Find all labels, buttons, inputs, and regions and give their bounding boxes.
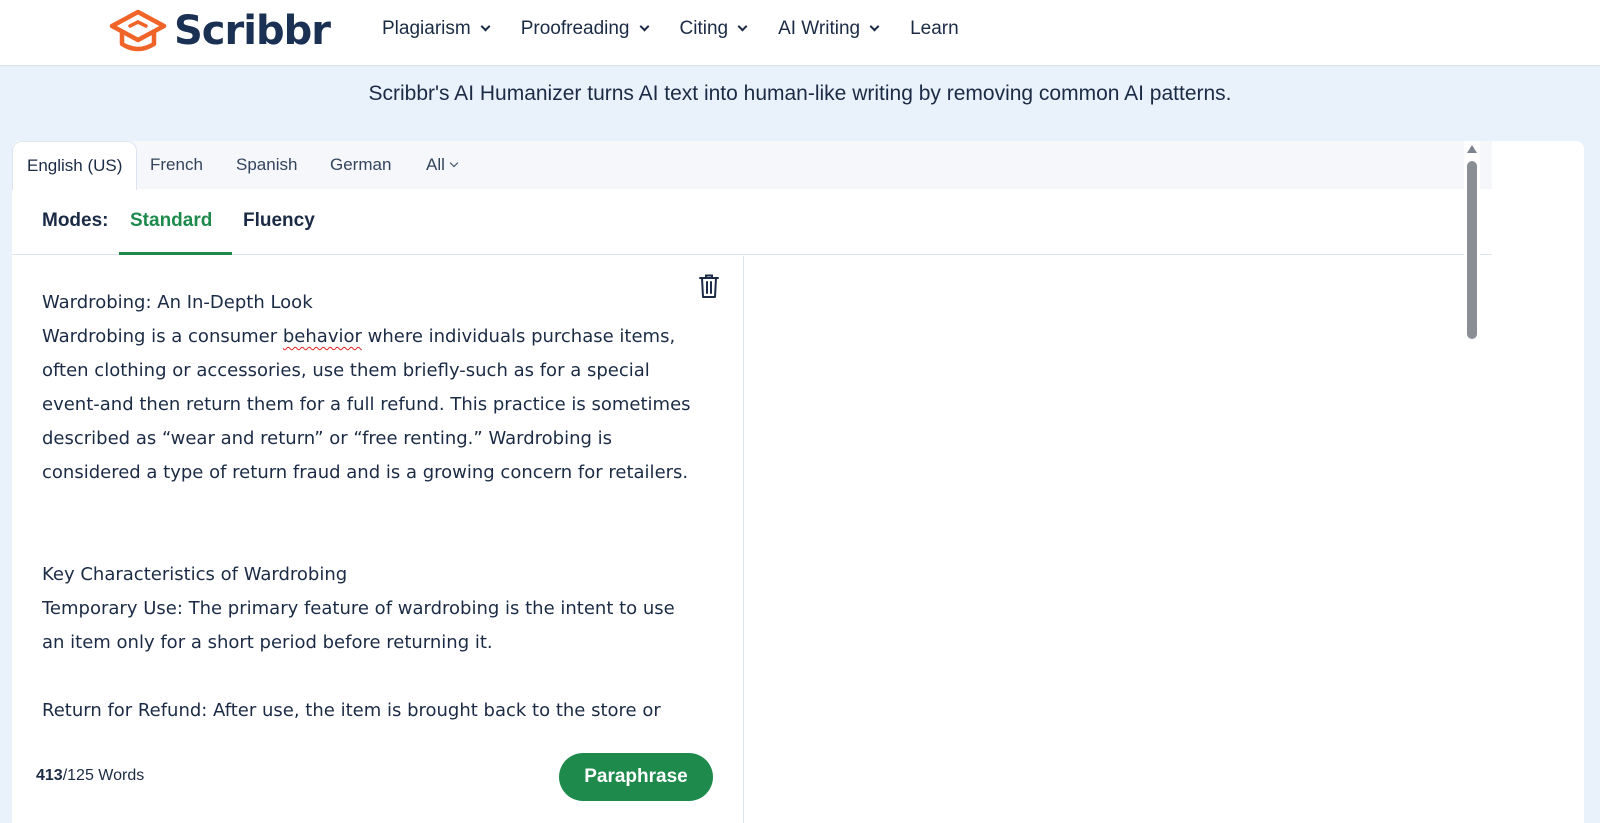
tab-english-us[interactable]: English (US) (12, 141, 138, 190)
nav-ai-writing[interactable]: AI Writing (778, 16, 880, 42)
scrollbar-thumb[interactable] (1467, 161, 1477, 339)
text-span: Wardrobing is a consumer (42, 326, 283, 347)
chevron-down-icon (737, 21, 748, 32)
active-mode-indicator (119, 252, 232, 255)
nav-label: Learn (910, 18, 959, 39)
text-title: Wardrobing: An In-Depth Look (42, 292, 313, 313)
humanizer-tool: English (US) French Spanish German All M… (12, 141, 1584, 823)
input-text-area[interactable]: Wardrobing: An In-Depth Look Wardrobing … (42, 286, 692, 744)
modes-bar: Modes: Standard Fluency (12, 189, 1492, 255)
scroll-up-icon[interactable] (1467, 145, 1477, 153)
text-span: where individuals purchase items, often … (42, 326, 691, 483)
mode-fluency[interactable]: Fluency (243, 210, 315, 232)
nav-citing[interactable]: Citing (679, 16, 748, 42)
word-count-limit: /125 Words (62, 767, 145, 784)
word-count: 413/125 Words (36, 767, 144, 785)
tab-french[interactable]: French (150, 141, 203, 189)
nav-label: Citing (679, 18, 729, 39)
tab-spanish[interactable]: Spanish (236, 141, 297, 189)
chevron-down-icon (480, 21, 491, 32)
nav-label: AI Writing (778, 18, 861, 39)
nav-label: Plagiarism (382, 18, 471, 39)
chevron-down-icon (639, 21, 649, 32)
main-nav: Plagiarism Proofreading Citing AI Writin… (382, 16, 991, 42)
scribbr-logo[interactable]: Scribbr (108, 6, 331, 56)
trash-icon[interactable] (697, 273, 721, 299)
mode-standard[interactable]: Standard (130, 210, 212, 232)
tab-all-label: All (426, 155, 445, 174)
chevron-down-icon (449, 158, 459, 168)
nav-proofreading[interactable]: Proofreading (520, 16, 649, 42)
tab-german[interactable]: German (330, 141, 391, 189)
logo-text: Scribbr (174, 8, 331, 54)
logo-icon (109, 9, 167, 52)
misspelled-word[interactable]: behavior (283, 326, 362, 347)
nav-label: Proofreading (520, 18, 630, 39)
page-scrollbar[interactable] (1464, 141, 1480, 823)
word-count-current: 413 (36, 767, 63, 784)
text-paragraph-1: Wardrobing is a consumer behavior where … (42, 320, 692, 490)
text-heading-2: Key Characteristics of Wardrobing (42, 564, 348, 585)
chevron-down-icon (869, 21, 880, 32)
language-tabs: English (US) French Spanish German All (12, 141, 1492, 190)
paraphrase-button[interactable]: Paraphrase (559, 753, 713, 801)
text-paragraph-2: Temporary Use: The primary feature of wa… (42, 598, 675, 653)
site-header: Scribbr Plagiarism Proofreading Citing A… (0, 0, 1600, 66)
text-paragraph-3: Return for Refund: After use, the item i… (42, 700, 661, 721)
modes-label: Modes: (42, 210, 109, 231)
tab-all-languages[interactable]: All (426, 141, 459, 189)
panel-divider (743, 256, 744, 823)
nav-plagiarism[interactable]: Plagiarism (382, 16, 491, 42)
nav-learn[interactable]: Learn (910, 16, 959, 42)
page-tagline: Scribbr's AI Humanizer turns AI text int… (368, 82, 1232, 105)
